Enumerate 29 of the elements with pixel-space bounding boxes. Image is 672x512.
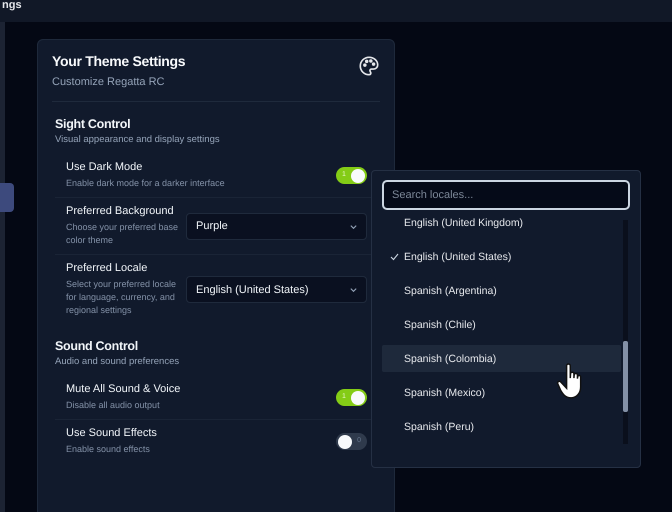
section-title: Sight Control: [55, 117, 132, 131]
locale-option[interactable]: Spanish (Mexico): [382, 379, 621, 406]
locale-option[interactable]: English (United States): [382, 243, 621, 270]
page-title: ngs: [2, 0, 22, 10]
setting-label: Preferred Background: [66, 205, 175, 217]
setting-description: Disable all audio output: [66, 399, 161, 412]
locale-option[interactable]: Spanish (Colombia): [382, 345, 621, 372]
section-title: Sound Control: [55, 339, 139, 353]
select-dropdown[interactable]: Purple: [186, 212, 367, 240]
select-dropdown[interactable]: English (United States): [186, 276, 367, 303]
setting-description: Choose your preferred base color theme: [66, 221, 180, 247]
setting-label: Use Dark Mode: [66, 161, 144, 173]
card-title: Your Theme Settings: [52, 53, 186, 69]
setting-description: Enable sound effects: [66, 443, 151, 456]
palette-icon: [358, 55, 380, 77]
locale-option[interactable]: Spanish (Argentina): [382, 277, 621, 304]
setting-description: Enable dark mode for a darker interface: [66, 177, 225, 190]
locale-option[interactable]: Spanish (Chile): [382, 311, 621, 338]
setting-description: Select your preferred locale for language, currency, and regional settings: [66, 278, 178, 317]
locale-option[interactable]: English (United Kingdom): [382, 209, 621, 236]
locale-option[interactable]: Spanish (Peru): [382, 413, 621, 440]
search-field[interactable]: Search locales...: [382, 180, 630, 210]
setting-label: Use Sound Effects: [66, 427, 157, 439]
section-subtitle: Audio and sound preferences: [55, 356, 180, 367]
setting-label: Mute All Sound & Voice: [66, 383, 180, 395]
setting-label: Preferred Locale: [66, 262, 148, 274]
section-subtitle: Visual appearance and display settings: [55, 134, 221, 145]
scrollbar[interactable]: [623, 220, 628, 444]
card-subtitle: Customize Regatta RC: [52, 76, 166, 88]
